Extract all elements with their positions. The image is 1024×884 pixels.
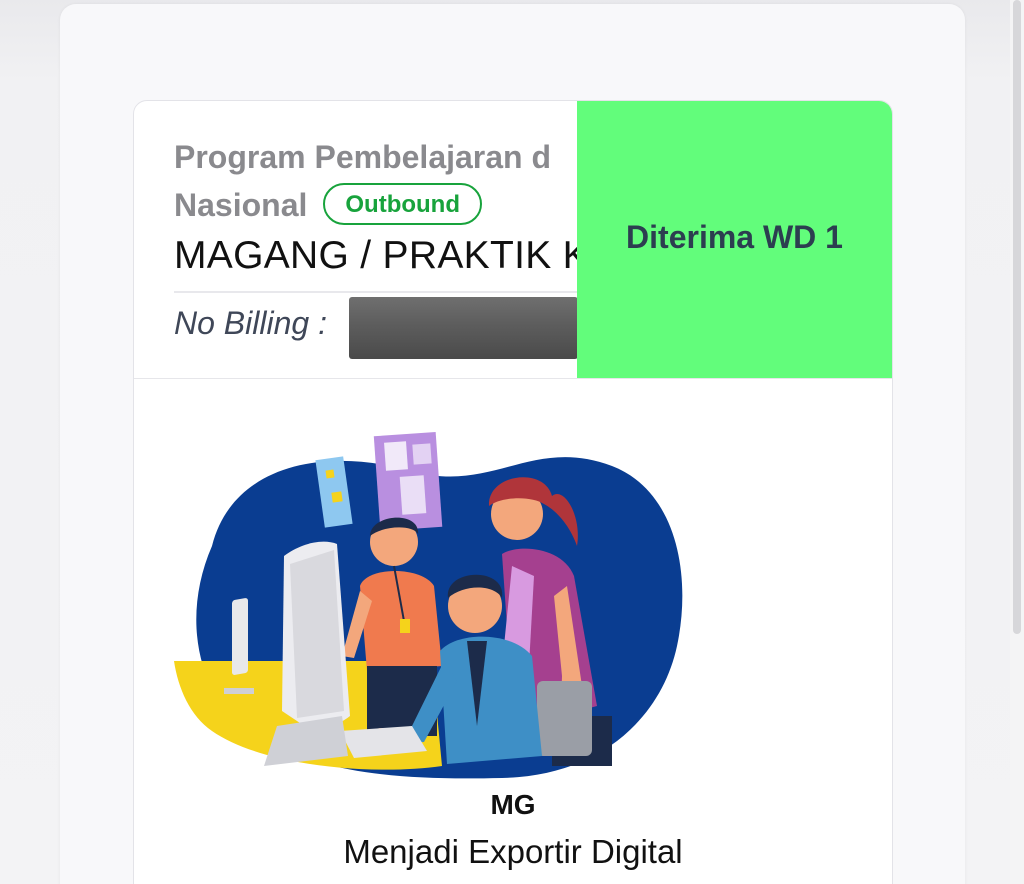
program-name-line2: Nasional bbox=[174, 187, 308, 223]
scrollbar-thumb[interactable] bbox=[1013, 0, 1021, 634]
product-code: MG bbox=[134, 789, 892, 821]
status-text: Diterima WD 1 bbox=[626, 219, 843, 255]
activity-title: MAGANG / PRAKTIK K bbox=[174, 234, 589, 277]
product-name: Menjadi Exportir Digital bbox=[343, 833, 683, 870]
redacted-billing-number bbox=[349, 297, 578, 359]
card-header: Program Pembelajaran d Nasional Outbound … bbox=[134, 101, 892, 379]
page: Program Pembelajaran d Nasional Outbound … bbox=[0, 0, 1024, 884]
billing-label: No Billing : bbox=[174, 305, 327, 341]
scrollbar-track[interactable] bbox=[1010, 0, 1024, 884]
office-chair bbox=[537, 681, 592, 756]
outbound-badge: Outbound bbox=[323, 182, 482, 225]
program-card[interactable]: Program Pembelajaran d Nasional Outbound … bbox=[133, 100, 893, 884]
status-panel: Diterima WD 1 bbox=[577, 101, 892, 378]
product-code-text: MG bbox=[490, 789, 536, 820]
program-name-line1: Program Pembelajaran d bbox=[174, 139, 552, 175]
office-team-computer-illustration bbox=[174, 431, 683, 779]
monitor-small bbox=[232, 598, 248, 675]
man-seated-body bbox=[440, 636, 542, 764]
